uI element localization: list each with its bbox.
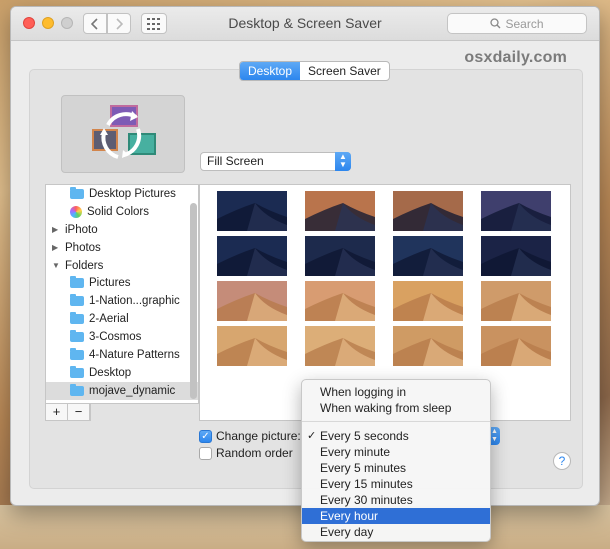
menu-item[interactable]: Every 5 minutes xyxy=(302,460,490,476)
change-picture-checkbox[interactable]: ✓ xyxy=(199,430,212,443)
menu-item[interactable]: ✓ Every 5 seconds xyxy=(302,428,490,444)
sidebar-item[interactable]: 1-Nation...graphic xyxy=(46,292,198,310)
menu-item[interactable]: Every 30 minutes xyxy=(302,492,490,508)
wallpaper-thumbnail[interactable] xyxy=(481,236,551,276)
source-list-controls: + − xyxy=(45,404,91,421)
source-list: Desktop Pictures Solid Colors ▶ iPhoto ▶ Phot… xyxy=(45,184,199,404)
title-bar: Desktop & Screen Saver Search xyxy=(11,7,599,41)
random-order-checkbox[interactable] xyxy=(199,447,212,460)
wallpaper-thumbnail[interactable] xyxy=(217,236,287,276)
menu-item[interactable]: Every minute xyxy=(302,444,490,460)
folder-icon xyxy=(70,294,84,307)
sidebar-item[interactable]: ▶ Photos xyxy=(46,239,198,257)
sidebar-item-label: Pictures xyxy=(89,277,131,290)
wallpaper-thumbnail[interactable] xyxy=(393,236,463,276)
wallpaper-thumbnail[interactable] xyxy=(217,191,287,231)
sidebar-item-label: Desktop Pictures xyxy=(89,187,176,200)
folder-icon xyxy=(70,186,84,199)
wallpaper-thumbnail[interactable] xyxy=(305,191,375,231)
menu-item-label: Every 15 minutes xyxy=(320,477,413,491)
menu-item-label: Every hour xyxy=(320,509,379,523)
search-placeholder: Search xyxy=(505,16,544,31)
sidebar-item-label: Desktop xyxy=(89,366,132,379)
change-picture-label: Change picture: xyxy=(216,429,301,443)
watermark: osxdaily.com xyxy=(464,49,567,66)
sidebar-item[interactable]: Desktop xyxy=(46,364,198,382)
fill-mode-value: Fill Screen xyxy=(207,154,264,168)
wallpaper-thumbnail[interactable] xyxy=(305,281,375,321)
sidebar-item[interactable]: Solid Colors xyxy=(46,203,198,221)
current-wallpaper-preview xyxy=(61,95,185,173)
folder-icon xyxy=(70,312,84,325)
sidebar-item[interactable]: Pictures xyxy=(46,274,198,292)
search-field[interactable]: Search xyxy=(447,13,587,34)
menu-separator xyxy=(302,421,490,422)
sidebar-item[interactable]: mojave_dynamic xyxy=(46,381,198,400)
random-order-label: Random order xyxy=(216,446,293,460)
folder-icon xyxy=(70,330,84,343)
sidebar-item-label: 2-Aerial xyxy=(89,313,129,326)
menu-item-label: Every day xyxy=(320,525,374,539)
wallpaper-thumbnail[interactable] xyxy=(481,326,551,366)
checkmark-icon: ✓ xyxy=(307,430,317,442)
menu-item[interactable]: Every 15 minutes xyxy=(302,476,490,492)
wallpaper-thumbnail[interactable] xyxy=(481,191,551,231)
sidebar-item-label: 4-Nature Patterns xyxy=(89,348,180,361)
sidebar-item-label: 1-Nation...graphic xyxy=(89,295,180,308)
sidebar-item-label: iPhoto xyxy=(65,223,98,236)
menu-item-label: When waking from sleep xyxy=(320,401,452,415)
sidebar-item[interactable]: 4-Nature Patterns xyxy=(46,346,198,364)
add-folder-button[interactable]: + xyxy=(46,404,68,420)
sidebar-item-label: Photos xyxy=(65,241,101,254)
disclosure-right-icon[interactable]: ▶ xyxy=(52,243,60,252)
remove-folder-button[interactable]: − xyxy=(68,404,90,420)
menu-item[interactable]: Every day xyxy=(302,524,490,540)
menu-item-label: Every 5 minutes xyxy=(320,461,407,475)
wallpaper-thumbnail[interactable] xyxy=(305,326,375,366)
folder-icon xyxy=(70,347,84,360)
disclosure-right-icon[interactable]: ▶ xyxy=(52,225,60,234)
folder-icon xyxy=(70,383,84,396)
help-button[interactable]: ? xyxy=(553,452,571,470)
sidebar-item[interactable]: ▼ Folders xyxy=(46,257,198,275)
folder-icon xyxy=(70,276,84,289)
wallpaper-thumbnail[interactable] xyxy=(481,281,551,321)
tab-desktop[interactable]: Desktop xyxy=(240,62,301,80)
sidebar-item[interactable]: 3-Cosmos xyxy=(46,328,198,346)
wallpaper-thumbnail[interactable] xyxy=(217,326,287,366)
menu-item-label: Every 30 minutes xyxy=(320,493,413,507)
wallpaper-thumbnail[interactable] xyxy=(393,191,463,231)
menu-item[interactable]: When logging in xyxy=(302,384,490,400)
tab-screen-saver[interactable]: Screen Saver xyxy=(300,62,389,80)
menu-item-label: Every minute xyxy=(320,445,391,459)
sidebar-item-label: mojave_dynamic xyxy=(89,384,176,397)
interval-menu: When logging in When waking from sleep ✓ Ev… xyxy=(301,379,491,542)
wallpaper-thumbnail[interactable] xyxy=(393,326,463,366)
sidebar-item[interactable]: 2-Aerial xyxy=(46,310,198,328)
search-icon xyxy=(490,18,501,29)
wallpaper-thumbnail[interactable] xyxy=(305,236,375,276)
sidebar-item-label: Folders xyxy=(65,259,104,272)
tab-bar: Desktop Screen Saver xyxy=(239,61,390,81)
folder-icon xyxy=(70,365,84,378)
scrollbar[interactable] xyxy=(190,203,197,399)
menu-item[interactable]: Every hour xyxy=(302,508,490,524)
wallpaper-thumbnail[interactable] xyxy=(393,281,463,321)
rotating-pictures-icon xyxy=(92,105,156,159)
disclosure-down-icon[interactable]: ▼ xyxy=(52,261,60,270)
updown-chevron-icon: ▲ ▼ xyxy=(335,152,351,171)
sidebar-item[interactable]: Desktop Pictures xyxy=(46,185,198,203)
menu-item[interactable]: When waking from sleep xyxy=(302,400,490,416)
sidebar-item-label: 3-Cosmos xyxy=(89,331,142,344)
sidebar-item[interactable]: ▶ iPhoto xyxy=(46,221,198,239)
fill-mode-select[interactable]: Fill Screen ▲ ▼ xyxy=(200,152,351,171)
menu-item-label: Every 5 seconds xyxy=(320,429,409,443)
color-wheel-icon xyxy=(70,205,82,218)
sidebar-item-label: Solid Colors xyxy=(87,205,149,218)
wallpaper-thumbnail[interactable] xyxy=(217,281,287,321)
menu-item-label: When logging in xyxy=(320,385,407,399)
